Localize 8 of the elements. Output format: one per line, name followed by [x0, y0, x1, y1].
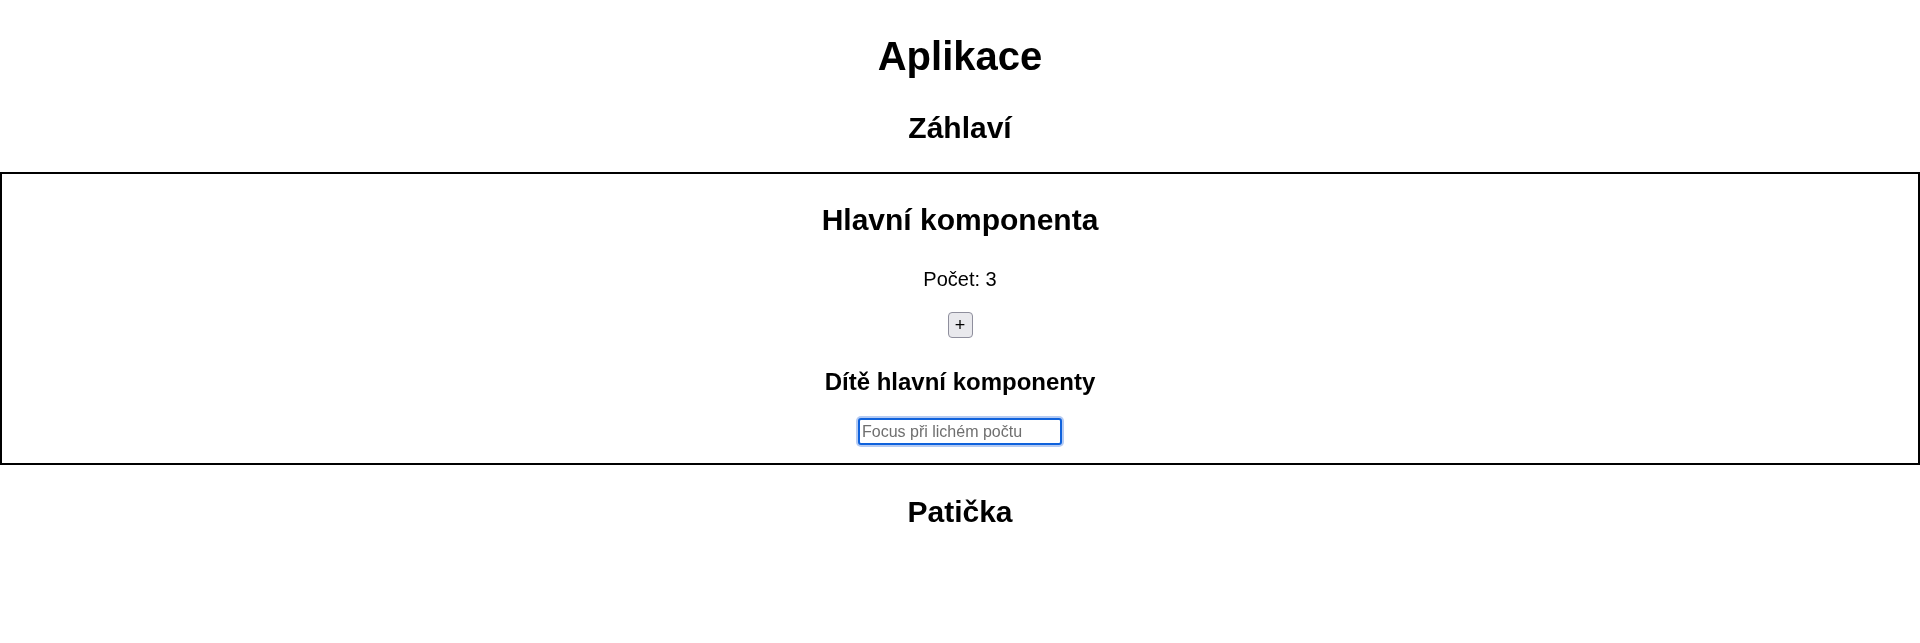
footer-title: Patička — [907, 494, 1013, 530]
count-text: Počet: 3 — [923, 267, 997, 291]
text-input[interactable]: Focus při lichém počtu — [858, 418, 1062, 445]
child-title: Dítě hlavní komponenty — [824, 367, 1096, 396]
increment-button[interactable]: + — [947, 312, 973, 338]
header-title: Záhlaví — [908, 110, 1012, 146]
app-title: Aplikace — [877, 33, 1043, 80]
panel-title: Hlavní komponenta — [821, 202, 1099, 238]
